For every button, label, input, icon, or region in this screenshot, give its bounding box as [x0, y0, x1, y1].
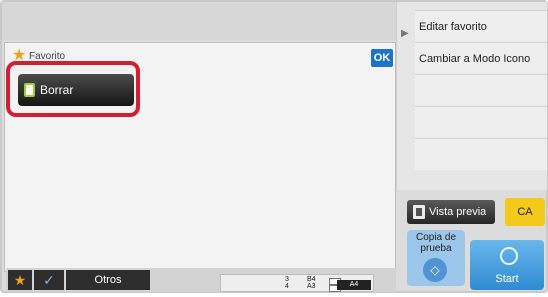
preview-icon	[413, 205, 425, 219]
tray-4-number: 4	[285, 283, 289, 290]
tray-4-size: A3	[307, 283, 316, 290]
start-icon	[500, 247, 518, 265]
check-tab[interactable]: ✓	[34, 270, 64, 290]
delete-button[interactable]: Borrar	[18, 74, 134, 106]
favorites-dialog: ★ Favorito OK Borrar	[4, 42, 396, 272]
start-label: Start	[495, 273, 519, 285]
menu-item-empty-2	[415, 106, 547, 138]
preview-label: Vista previa	[429, 206, 487, 218]
menu-arrow-icon: ▶	[401, 28, 409, 39]
top-bar	[2, 2, 396, 40]
paper-size-badge: A4	[337, 280, 371, 290]
clear-all-button[interactable]: CA	[505, 198, 545, 226]
check-icon: ✓	[43, 272, 55, 288]
proof-copy-label: Copia de prueba	[415, 232, 457, 254]
tray-3-number: 3	[285, 276, 289, 283]
favorite-tab-icon: ★	[13, 272, 27, 288]
other-tab[interactable]: Otros	[66, 270, 150, 290]
menu-item-edit-favorite[interactable]: Editar favorito	[415, 10, 547, 42]
delete-label: Borrar	[40, 83, 74, 97]
proof-copy-button[interactable]: Copia de prueba ◇	[407, 230, 465, 286]
tray-3-size: B4	[307, 276, 316, 283]
favorite-tab[interactable]: ★	[8, 270, 32, 290]
preview-button[interactable]: Vista previa	[407, 200, 495, 224]
menu-item-switch-icon-mode[interactable]: Cambiar a Modo Icono	[415, 42, 547, 74]
menu-item-empty-1	[415, 74, 547, 106]
menu-item-empty-3	[415, 138, 547, 170]
start-button[interactable]: Start	[470, 240, 544, 290]
ok-button[interactable]: OK	[371, 49, 393, 67]
right-menu: ▶ Editar favorito Cambiar a Modo Icono	[396, 2, 547, 190]
delete-icon	[24, 83, 35, 97]
tray-4: 4 A3	[285, 283, 341, 297]
paper-trays: 3 B4 4 A3 A4	[220, 274, 374, 292]
proof-copy-icon: ◇	[423, 258, 447, 282]
delete-highlight: Borrar	[6, 61, 140, 117]
